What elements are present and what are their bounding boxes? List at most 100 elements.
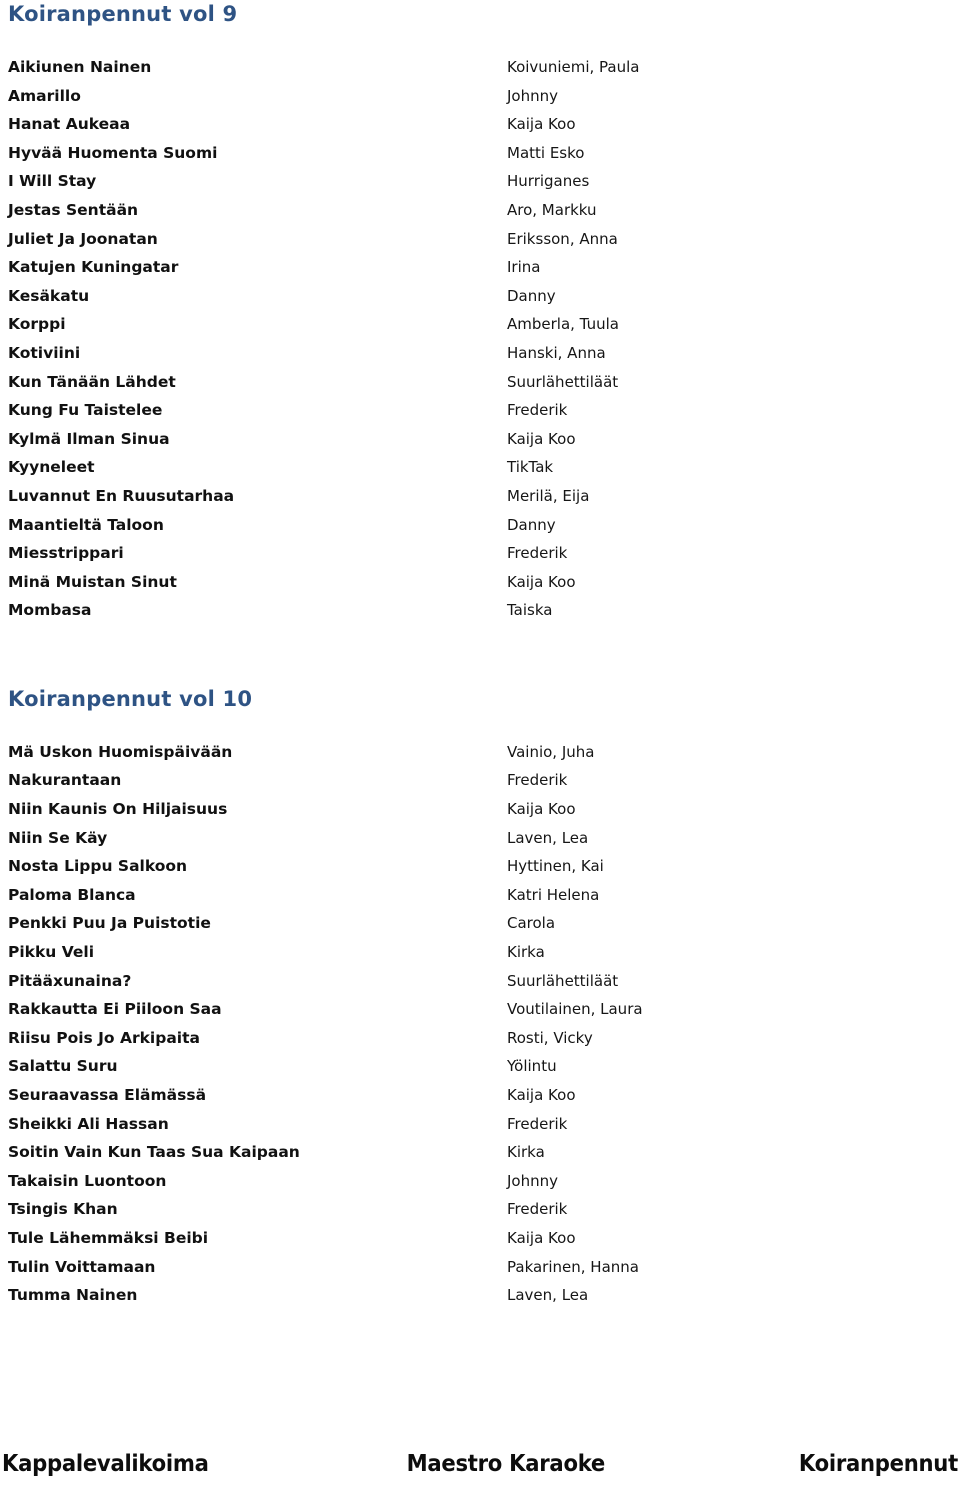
track-artist: Kaija Koo: [507, 1086, 576, 1104]
track-title: Kung Fu Taistelee: [8, 401, 163, 420]
track-title: Tulin Voittamaan: [8, 1257, 156, 1276]
section-title: Koiranpennut vol 9: [8, 2, 238, 26]
track-artist: Danny: [507, 286, 556, 305]
track-artist: Suurlähettiläät: [507, 372, 619, 391]
track-row: Aikiunen Nainen Koivuniemi, Paula: [2, 53, 958, 82]
track-artist: Frederik: [507, 1200, 568, 1219]
footer-left-label: Kappalevalikoima: [2, 1451, 209, 1477]
track-artist: Hurriganes: [507, 172, 590, 191]
track-title: Katujen Kuningatar: [8, 258, 179, 277]
track-title: Kesäkatu: [8, 286, 90, 305]
track-artist: Frederik: [507, 401, 568, 420]
track-title: Riisu Pois Jo Arkipaita: [8, 1028, 200, 1047]
track-title: Mombasa: [8, 601, 92, 620]
track-title: Aikiunen Nainen: [8, 58, 152, 76]
track-title: Miesstrippari: [8, 544, 124, 563]
track-artist: Johnny: [507, 86, 558, 105]
track-artist: Kaija Koo: [507, 572, 576, 591]
track-row: Kung Fu Taistelee Frederik: [2, 396, 958, 425]
track-list-vol-9: Aikiunen Nainen Koivuniemi, Paula Amarillo…: [2, 53, 958, 625]
track-row: Juliet Ja Joonatan Eriksson, Anna: [2, 225, 958, 254]
track-artist: Kirka: [507, 1143, 545, 1162]
track-artist: Danny: [507, 515, 556, 534]
track-row: Tulin Voittamaan Pakarinen, Hanna: [2, 1253, 958, 1282]
track-title: Amarillo: [8, 86, 81, 105]
track-title: Niin Se Käy: [8, 828, 108, 847]
track-title: Niin Kaunis On Hiljaisuus: [8, 800, 228, 819]
track-row: Pikku Veli Kirka: [2, 938, 958, 967]
track-row: Niin Kaunis On Hiljaisuus Kaija Koo: [2, 795, 958, 824]
track-title: Nakurantaan: [8, 771, 122, 790]
track-title: Sheikki Ali Hassan: [8, 1114, 169, 1133]
track-row: Mä Uskon Huomispäivään Vainio, Juha: [2, 738, 958, 767]
track-artist: Frederik: [507, 544, 568, 563]
track-artist: Eriksson, Anna: [507, 229, 618, 248]
track-title: Kotiviini: [8, 343, 81, 362]
track-title: Hyvää Huomenta Suomi: [8, 143, 218, 162]
track-artist: Hyttinen, Kai: [507, 857, 604, 876]
track-row: Salattu Suru Yölintu: [2, 1052, 958, 1081]
track-list-vol-10: Mä Uskon Huomispäivään Vainio, Juha Nakura…: [2, 738, 958, 1310]
track-artist: Kaija Koo: [507, 115, 576, 134]
track-row: Seuraavassa Elämässä Kaija Koo: [2, 1081, 958, 1110]
track-row: Rakkautta Ei Piiloon Saa Voutilainen, Lau…: [2, 995, 958, 1024]
track-artist: Frederik: [507, 771, 568, 790]
track-artist: Merilä, Eija: [507, 486, 590, 505]
track-title: I Will Stay: [8, 172, 97, 191]
track-row: Korppi Amberla, Tuula: [2, 310, 958, 339]
track-row: Katujen Kuningatar Irina: [2, 253, 958, 282]
track-title: Seuraavassa Elämässä: [8, 1086, 207, 1104]
track-title: Salattu Suru: [8, 1057, 118, 1076]
track-row: Kun Tänään Lähdet Suurlähettiläät: [2, 368, 958, 397]
track-row: Sheikki Ali Hassan Frederik: [2, 1110, 958, 1139]
track-row: Nakurantaan Frederik: [2, 766, 958, 795]
title-spacer: [2, 28, 958, 53]
title-spacer: [2, 713, 958, 738]
track-row: Mombasa Taiska: [2, 596, 958, 625]
track-row: Luvannut En Ruusutarhaa Merilä, Eija: [2, 482, 958, 511]
track-row: Tumma Nainen Laven, Lea: [2, 1281, 958, 1310]
track-row: Jestas Sentään Aro, Markku: [2, 196, 958, 225]
track-title: Hanat Aukeaa: [8, 115, 131, 134]
track-artist: Rosti, Vicky: [507, 1028, 593, 1047]
track-title: Penkki Puu Ja Puistotie: [8, 914, 211, 933]
track-artist: Pakarinen, Hanna: [507, 1257, 639, 1276]
track-artist: TikTak: [507, 458, 554, 477]
section-koiranpennut-vol-10: Koiranpennut vol 10 Mä Uskon Huomispäivä…: [2, 685, 958, 1310]
track-artist: Matti Esko: [507, 143, 585, 162]
section-title: Koiranpennut vol 10: [8, 686, 253, 711]
track-row: Riisu Pois Jo Arkipaita Rosti, Vicky: [2, 1024, 958, 1053]
track-title: Mä Uskon Huomispäivään: [8, 742, 233, 761]
track-artist: Aro, Markku: [507, 200, 597, 219]
track-row: I Will Stay Hurriganes: [2, 167, 958, 196]
track-artist: Hanski, Anna: [507, 343, 606, 362]
footer-right-label: Koiranpennut: [798, 1451, 958, 1477]
track-row: Amarillo Johnny: [2, 82, 958, 111]
track-title: Tsingis Khan: [8, 1200, 118, 1219]
track-title: Kun Tänään Lähdet: [8, 372, 176, 391]
track-artist: Voutilainen, Laura: [507, 1000, 643, 1019]
track-row: Pitääxunaina? Suurlähettiläät: [2, 967, 958, 996]
track-title: Juliet Ja Joonatan: [8, 229, 158, 248]
track-artist: Yölintu: [507, 1057, 557, 1076]
track-row: Minä Muistan Sinut Kaija Koo: [2, 568, 958, 597]
track-title: Jestas Sentään: [8, 200, 139, 219]
track-title: Paloma Blanca: [8, 885, 136, 904]
track-artist: Taiska: [507, 601, 553, 620]
track-row: Tule Lähemmäksi Beibi Kaija Koo: [2, 1224, 958, 1253]
track-artist: Johnny: [507, 1171, 558, 1190]
track-row: Tsingis Khan Frederik: [2, 1195, 958, 1224]
track-row: Miesstrippari Frederik: [2, 539, 958, 568]
track-title: Kylmä Ilman Sinua: [8, 429, 170, 448]
track-title: Tule Lähemmäksi Beibi: [8, 1228, 209, 1247]
track-artist: Laven, Lea: [507, 1286, 589, 1305]
track-title: Pikku Veli: [8, 943, 95, 962]
track-row: Nosta Lippu Salkoon Hyttinen, Kai: [2, 852, 958, 881]
track-row: Hyvää Huomenta Suomi Matti Esko: [2, 139, 958, 168]
track-title: Luvannut En Ruusutarhaa: [8, 486, 235, 505]
track-title: Kyyneleet: [8, 458, 95, 477]
track-row: Soitin Vain Kun Taas Sua Kaipaan Kirka: [2, 1138, 958, 1167]
track-row: Kylmä Ilman Sinua Kaija Koo: [2, 425, 958, 454]
track-artist: Kaija Koo: [507, 429, 576, 448]
track-title: Nosta Lippu Salkoon: [8, 857, 188, 876]
